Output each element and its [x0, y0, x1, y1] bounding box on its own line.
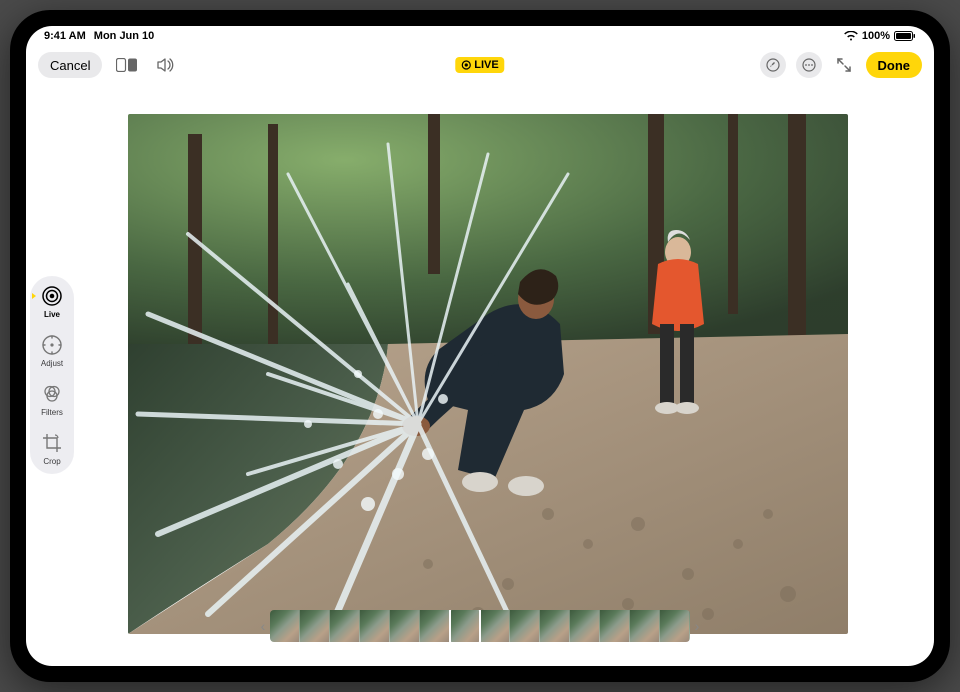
- screen: 9:41 AM Mon Jun 10 100% Cancel: [26, 26, 934, 666]
- scrubber-frame[interactable]: [480, 610, 510, 642]
- filters-icon: [40, 382, 64, 406]
- done-button[interactable]: Done: [866, 52, 923, 78]
- wifi-icon: [844, 31, 858, 41]
- scrubber-frame[interactable]: [600, 610, 630, 642]
- photo-canvas: [26, 84, 934, 666]
- sidebar-item-label: Filters: [41, 408, 63, 417]
- scrubber-frame[interactable]: [390, 610, 420, 642]
- sidebar-item-live[interactable]: Live: [40, 284, 64, 319]
- scrubber-frame[interactable]: [630, 610, 660, 642]
- live-icon: [40, 284, 64, 308]
- markup-button[interactable]: [760, 52, 786, 78]
- scrubber-frame[interactable]: [270, 610, 300, 642]
- scrubber-frame[interactable]: [360, 610, 390, 642]
- scrubber-frame[interactable]: [420, 610, 450, 642]
- frame-scrubber[interactable]: ‹ ›: [256, 608, 704, 644]
- cancel-button[interactable]: Cancel: [38, 52, 102, 78]
- volume-button[interactable]: [152, 53, 178, 77]
- sidebar-item-label: Crop: [43, 457, 60, 466]
- sidebar-item-crop[interactable]: Crop: [40, 431, 64, 466]
- photo-image: [128, 114, 848, 634]
- sidebar-item-filters[interactable]: Filters: [40, 382, 64, 417]
- edit-mode-sidebar: Live Adjust Filters: [30, 276, 74, 474]
- live-icon: [461, 60, 471, 70]
- toolbar: Cancel LIVE: [26, 46, 934, 84]
- scrubber-frame[interactable]: [570, 610, 600, 642]
- fullscreen-button[interactable]: [832, 53, 856, 77]
- battery-pct: 100%: [862, 30, 890, 42]
- scrubber-next-button[interactable]: ›: [690, 608, 704, 644]
- scrubber-track[interactable]: [270, 610, 690, 642]
- crop-icon: [40, 431, 64, 455]
- status-bar: 9:41 AM Mon Jun 10 100%: [26, 26, 934, 46]
- ipad-device-frame: 9:41 AM Mon Jun 10 100% Cancel: [10, 10, 950, 682]
- scrubber-frame[interactable]: [300, 610, 330, 642]
- editor-content: Live Adjust Filters: [26, 84, 934, 666]
- battery-icon: [894, 31, 916, 41]
- scrubber-frame[interactable]: [450, 610, 480, 642]
- live-badge-label: LIVE: [474, 59, 498, 71]
- sidebar-item-adjust[interactable]: Adjust: [40, 333, 64, 368]
- more-button[interactable]: [796, 52, 822, 78]
- scrubber-frame[interactable]: [540, 610, 570, 642]
- scrubber-frame[interactable]: [660, 610, 690, 642]
- status-time: 9:41 AM: [44, 30, 86, 42]
- adjust-icon: [40, 333, 64, 357]
- scrubber-frame[interactable]: [510, 610, 540, 642]
- sidebar-item-label: Adjust: [41, 359, 63, 368]
- live-badge[interactable]: LIVE: [455, 57, 504, 73]
- photo-preview[interactable]: [128, 114, 848, 634]
- compare-toggle-button[interactable]: [112, 54, 142, 76]
- scrubber-frame[interactable]: [330, 610, 360, 642]
- scrubber-prev-button[interactable]: ‹: [256, 608, 270, 644]
- sidebar-item-label: Live: [44, 310, 60, 319]
- status-date: Mon Jun 10: [94, 30, 155, 42]
